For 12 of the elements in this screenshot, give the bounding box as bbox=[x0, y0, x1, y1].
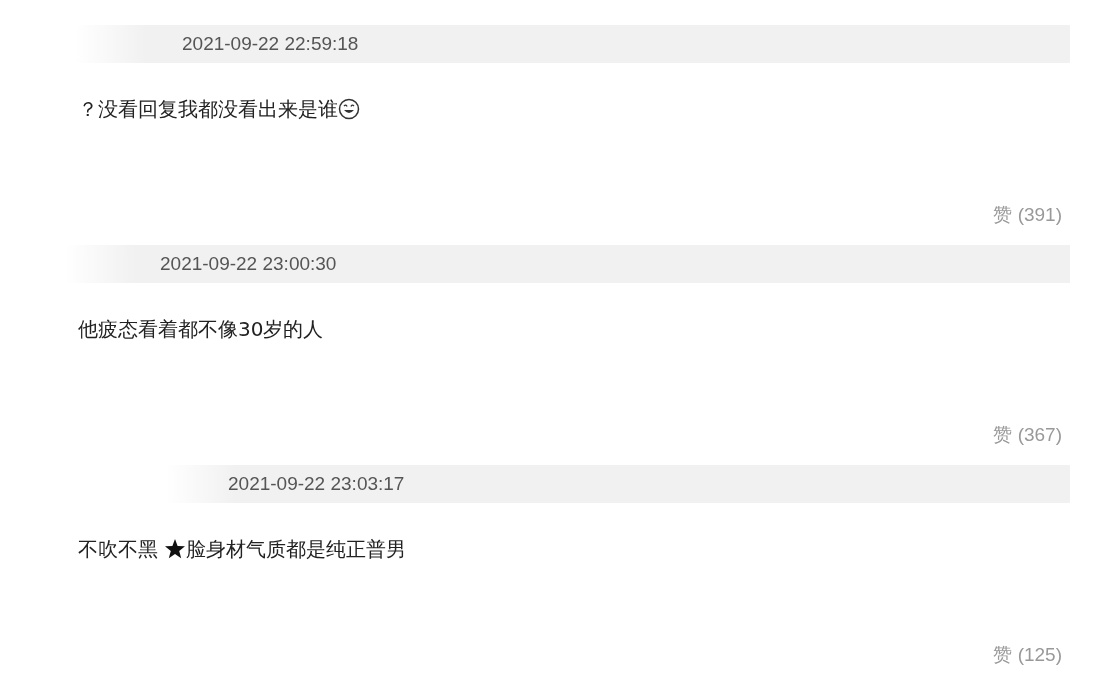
comment-text: 不吹不黑 bbox=[78, 537, 159, 561]
timestamp: 2021-09-22 23:03:17 bbox=[228, 473, 405, 495]
timestamp: 2021-09-22 23:00:30 bbox=[160, 253, 337, 275]
like-count[interactable]: 赞 (125) bbox=[993, 643, 1062, 667]
like-count[interactable]: 赞 (367) bbox=[993, 423, 1062, 447]
star-icon bbox=[164, 538, 187, 560]
laughing-emoji-icon bbox=[338, 98, 360, 120]
comment-text: ？没看回复我都没看出来是谁 bbox=[78, 97, 338, 121]
comment-text: 他疲态看着都不像30岁的人 bbox=[78, 317, 324, 341]
comment-text: 脸身材气质都是纯正普男 bbox=[186, 537, 407, 561]
timestamp: 2021-09-22 22:59:18 bbox=[182, 33, 359, 55]
like-count[interactable]: 赞 (391) bbox=[993, 203, 1062, 227]
